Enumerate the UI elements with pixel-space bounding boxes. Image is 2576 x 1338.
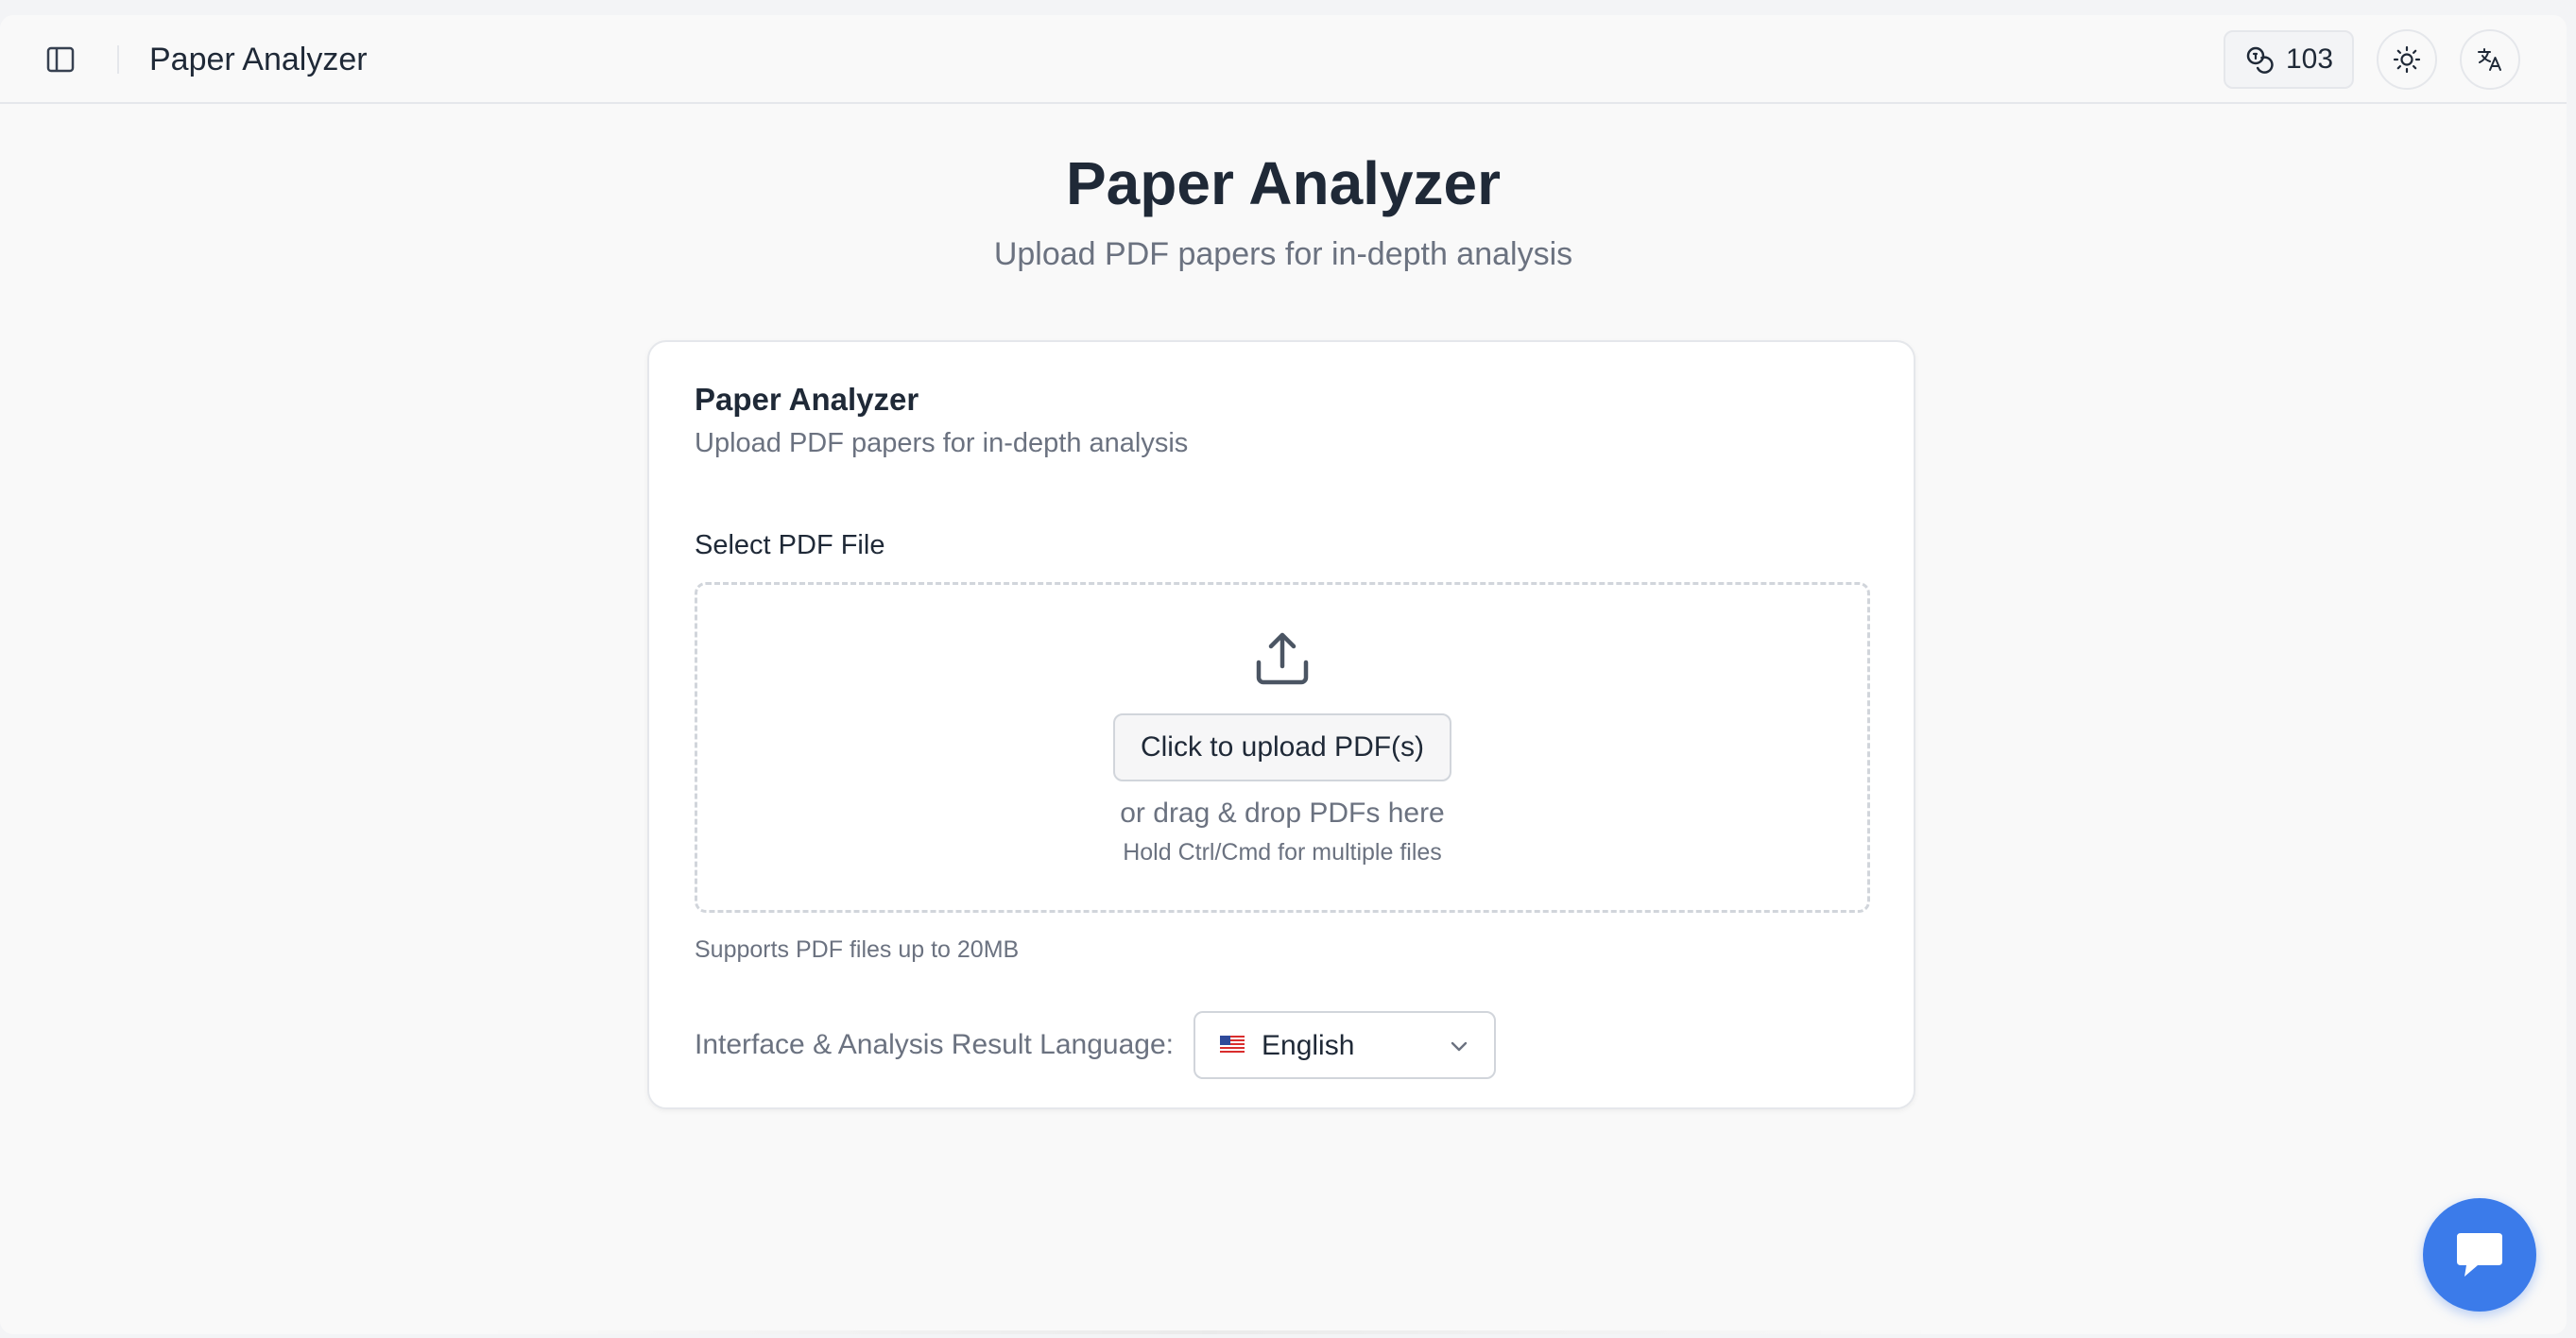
pdf-dropzone[interactable]: Click to upload PDF(s) or drag & drop PD…	[695, 582, 1870, 913]
translate-icon	[2478, 48, 2501, 71]
credits-button[interactable]: 103	[2224, 30, 2354, 89]
chevron-down-icon	[1451, 1041, 1468, 1052]
upload-pdf-button[interactable]: Click to upload PDF(s)	[1113, 713, 1451, 781]
drag-drop-text: or drag & drop PDFs here	[1120, 798, 1445, 829]
top-bar: Paper Analyzer 103	[0, 15, 2567, 104]
us-flag-icon	[1220, 1036, 1245, 1053]
file-support-note: Supports PDF files up to 20MB	[695, 936, 1020, 963]
app-window: Paper Analyzer 103 Paper Analyzer Upload…	[0, 15, 2567, 1334]
chat-bubble-icon	[2457, 1233, 2502, 1277]
page-subtitle: Upload PDF papers for in-depth analysis	[993, 236, 1573, 272]
chat-support-button[interactable]	[2423, 1198, 2536, 1312]
credits-count: 103	[2285, 43, 2334, 75]
multi-file-hint: Hold Ctrl/Cmd for multiple files	[1123, 839, 1442, 866]
language-select[interactable]: English	[1194, 1011, 1496, 1079]
coins-icon	[2246, 46, 2274, 74]
upload-icon	[1256, 632, 1309, 685]
language-switch-button[interactable]	[2460, 29, 2520, 90]
bottom-shadow	[472, 1330, 1947, 1334]
language-selected-value: English	[1262, 1030, 1355, 1061]
card-subtitle: Upload PDF papers for in-depth analysis	[695, 428, 1189, 458]
sidebar-toggle-button[interactable]	[42, 44, 79, 75]
header-title: Paper Analyzer	[149, 42, 368, 77]
card-title: Paper Analyzer	[695, 382, 919, 417]
header-divider	[117, 45, 119, 74]
upload-card: Paper Analyzer Upload PDF papers for in-…	[647, 340, 1915, 1109]
file-select-label: Select PDF File	[695, 530, 885, 560]
sun-icon	[2393, 45, 2421, 74]
page-title: Paper Analyzer	[1065, 149, 1502, 217]
language-label: Interface & Analysis Result Language:	[695, 1029, 1174, 1060]
theme-toggle-button[interactable]	[2377, 29, 2437, 90]
sidebar-panel-icon	[46, 46, 75, 73]
